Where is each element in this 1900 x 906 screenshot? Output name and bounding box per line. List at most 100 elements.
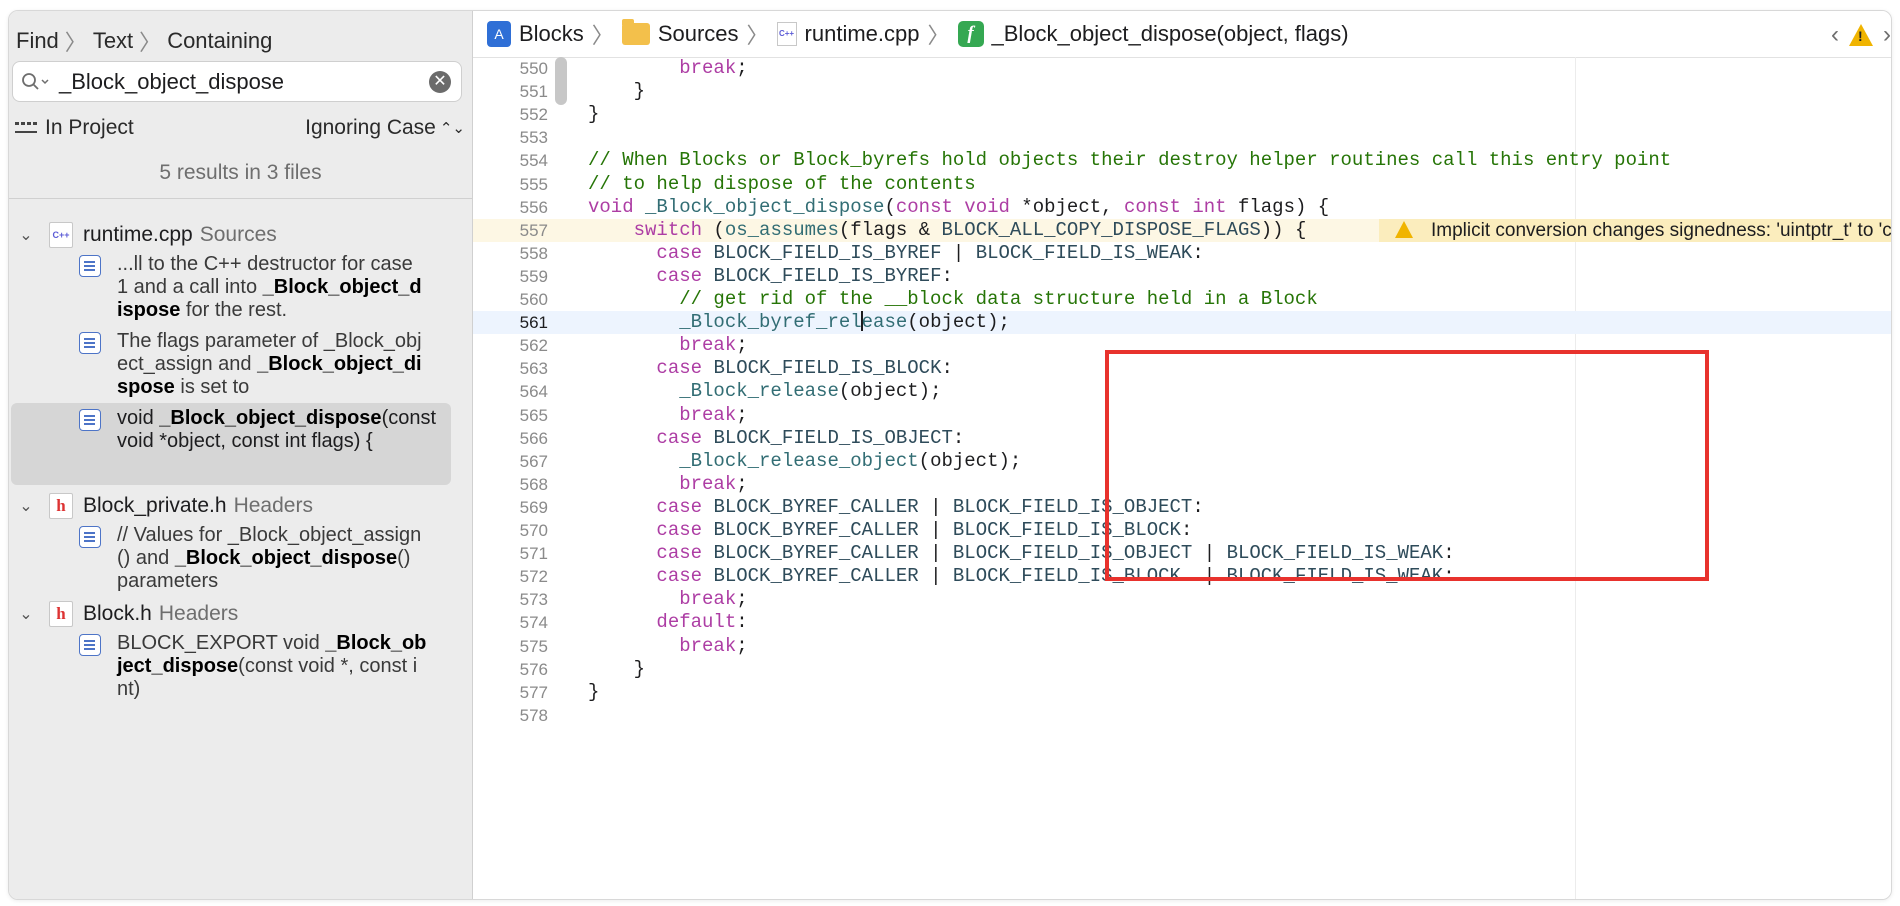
code-line-574[interactable]: 574 default: xyxy=(473,611,1891,634)
crumb-text[interactable]: Text xyxy=(93,28,133,54)
scope-selector[interactable]: In Project xyxy=(15,116,134,140)
line-number: 562 xyxy=(519,336,548,356)
search-result-item[interactable]: The flags parameter of _Block_object_ass… xyxy=(67,330,427,398)
chevron-down-icon[interactable]: ⌄ xyxy=(13,225,39,245)
match-text: BLOCK_EXPORT void _Block_object_dispose(… xyxy=(117,632,427,700)
jumpbar-separator: 〉 xyxy=(927,23,950,48)
search-result-item-selected[interactable]: void _Block_object_dispose(const void *o… xyxy=(11,403,451,485)
line-number: 569 xyxy=(519,497,548,517)
code-text[interactable]: switch (os_assumes(flags & BLOCK_ALL_COP… xyxy=(588,219,1307,242)
code-line-557[interactable]: 557 switch (os_assumes(flags & BLOCK_ALL… xyxy=(473,218,1891,242)
line-number: 561 xyxy=(519,313,548,333)
code-line-556[interactable]: 556 void _Block_object_dispose(const void… xyxy=(473,196,1891,219)
file-group: Headers xyxy=(233,494,313,517)
chevron-down-icon[interactable]: ⌄ xyxy=(13,604,39,624)
jumpbar-separator: 〉 xyxy=(591,23,614,48)
code-text[interactable]: // get rid of the __block data structure… xyxy=(588,288,1318,311)
code-line-577[interactable]: 577} xyxy=(473,681,1891,704)
jumpbar-folder[interactable]: Sources xyxy=(621,19,739,47)
text-cursor xyxy=(860,311,863,332)
code-text[interactable]: break; xyxy=(588,473,747,496)
code-text[interactable]: case BLOCK_FIELD_IS_BYREF: xyxy=(588,265,952,288)
code-text[interactable]: _Block_byref_release(object); xyxy=(588,311,1010,334)
line-number: 550 xyxy=(519,59,548,78)
code-text[interactable]: break; xyxy=(588,334,747,357)
match-icon xyxy=(79,409,101,431)
magnifier-icon[interactable] xyxy=(21,72,51,92)
code-line-578[interactable]: 578 xyxy=(473,704,1891,727)
code-line-555[interactable]: 555 // to help dispose of the contents xyxy=(473,173,1891,196)
code-line-575[interactable]: 575 break; xyxy=(473,635,1891,658)
code-line-554[interactable]: 554 // When Blocks or Block_byrefs hold o… xyxy=(473,149,1891,172)
file-label[interactable]: runtime.cpp xyxy=(805,21,920,47)
result-file-runtime-cpp[interactable]: ⌄ C++ runtime.cpp Sources xyxy=(9,220,277,250)
code-text[interactable]: break; xyxy=(588,404,747,427)
warning-icon xyxy=(1395,220,1413,238)
results-summary: 5 results in 3 files xyxy=(159,161,322,184)
clear-icon[interactable]: ✕ xyxy=(429,70,451,93)
inline-warning-message[interactable]: Implicit conversion changes signedness: … xyxy=(1379,218,1891,242)
case-mode-selector[interactable]: Ignoring Case ⌃⌄ xyxy=(305,116,465,140)
jumpbar-project[interactable]: A Blocks xyxy=(473,21,584,47)
function-icon: f xyxy=(957,21,984,47)
code-text[interactable]: } xyxy=(588,681,599,704)
code-line-561[interactable]: 561 _Block_byref_release(object); xyxy=(473,311,1891,335)
crumb-containing[interactable]: Containing xyxy=(167,28,272,54)
code-text[interactable]: _Block_release(object); xyxy=(588,380,941,403)
code-text[interactable]: default: xyxy=(588,611,747,634)
match-text: ...ll to the C++ destructor for case 1 a… xyxy=(117,253,422,321)
crumb-find[interactable]: Find xyxy=(16,28,59,54)
match-text: // Values for _Block_object_assign() and… xyxy=(117,524,422,592)
code-line-573[interactable]: 573 break; xyxy=(473,588,1891,611)
code-text[interactable]: break; xyxy=(588,588,747,611)
line-number: 573 xyxy=(519,590,548,610)
project-label[interactable]: Blocks xyxy=(519,21,584,47)
code-text[interactable]: case BLOCK_BYREF_CALLER | BLOCK_FIELD_IS… xyxy=(588,519,1192,542)
code-text[interactable]: break; xyxy=(588,635,747,658)
search-input[interactable]: _Block_object_dispose xyxy=(59,69,429,95)
code-line-560[interactable]: 560 // get rid of the __block data struc… xyxy=(473,288,1891,311)
jumpbar-file[interactable]: C++ runtime.cpp xyxy=(776,21,920,47)
code-text[interactable]: } xyxy=(588,103,599,126)
result-file-block-h[interactable]: ⌄ h Block.h Headers xyxy=(9,599,238,629)
code-line-550[interactable]: 550 break; xyxy=(473,57,1891,80)
code-text[interactable]: // When Blocks or Block_byrefs hold obje… xyxy=(588,149,1671,172)
find-mode-breadcrumb[interactable]: Find 〉 Text 〉 Containing xyxy=(16,25,272,57)
jumpbar-symbol[interactable]: f _Block_object_dispose(object, flags) xyxy=(957,21,1349,47)
code-text[interactable]: case BLOCK_FIELD_IS_OBJECT: xyxy=(588,427,964,450)
code-text[interactable]: void _Block_object_dispose(const void *o… xyxy=(588,196,1329,219)
warning-text: Implicit conversion changes signedness: … xyxy=(1431,219,1891,241)
cpp-file-icon: C++ xyxy=(49,222,73,248)
back-icon[interactable]: ‹ xyxy=(1831,21,1839,49)
search-result-item[interactable]: // Values for _Block_object_assign() and… xyxy=(67,524,427,592)
forward-icon[interactable]: › xyxy=(1883,21,1891,49)
line-number: 556 xyxy=(519,197,548,217)
case-mode-label[interactable]: Ignoring Case xyxy=(305,116,436,140)
code-text[interactable]: break; xyxy=(588,57,747,80)
code-line-552[interactable]: 552} xyxy=(473,103,1891,126)
code-line-559[interactable]: 559 case BLOCK_FIELD_IS_BYREF: xyxy=(473,265,1891,288)
match-icon xyxy=(79,255,101,277)
code-text[interactable]: case BLOCK_FIELD_IS_BYREF | BLOCK_FIELD_… xyxy=(588,242,1203,265)
match-icon xyxy=(79,332,101,354)
match-icon xyxy=(79,526,101,548)
code-line-551[interactable]: 551 } xyxy=(473,80,1891,103)
code-line-553[interactable]: 553 xyxy=(473,126,1891,149)
code-text[interactable]: _Block_release_object(object); xyxy=(588,450,1021,473)
search-result-item[interactable]: ...ll to the C++ destructor for case 1 a… xyxy=(67,253,427,321)
crumb-separator: 〉 xyxy=(64,30,87,55)
code-text[interactable]: // to help dispose of the contents xyxy=(588,173,976,196)
code-text[interactable]: } xyxy=(588,80,645,103)
code-line-576[interactable]: 576 } xyxy=(473,658,1891,681)
folder-label[interactable]: Sources xyxy=(658,21,739,47)
code-text[interactable]: case BLOCK_FIELD_IS_BLOCK: xyxy=(588,357,952,380)
symbol-label[interactable]: _Block_object_dispose(object, flags) xyxy=(992,21,1349,47)
chevron-down-icon[interactable]: ⌄ xyxy=(13,496,39,516)
scope-label[interactable]: In Project xyxy=(45,116,134,140)
result-file-block-private-h[interactable]: ⌄ h Block_private.h Headers xyxy=(9,491,313,521)
search-field[interactable]: _Block_object_dispose ✕ xyxy=(12,61,462,102)
code-line-558[interactable]: 558 case BLOCK_FIELD_IS_BYREF | BLOCK_FI… xyxy=(473,242,1891,265)
warning-icon[interactable]: ! xyxy=(1849,24,1873,46)
code-text[interactable]: } xyxy=(588,658,645,681)
search-result-item[interactable]: BLOCK_EXPORT void _Block_object_dispose(… xyxy=(67,632,427,700)
